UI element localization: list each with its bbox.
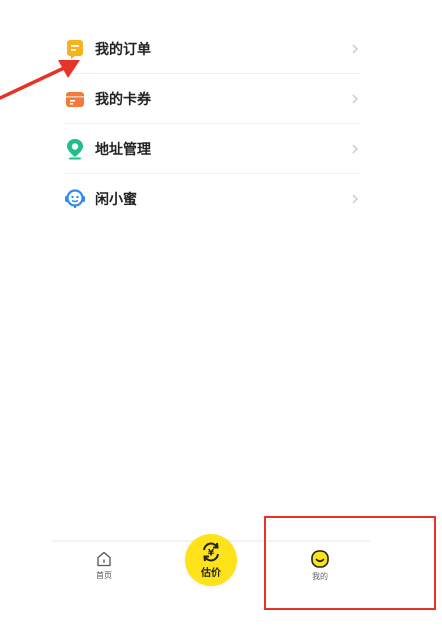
- tab-home-label: 首页: [96, 571, 112, 580]
- chevron-right-icon: [352, 194, 358, 203]
- annotation-highlight-box: [264, 516, 436, 610]
- estimate-label: 估价: [201, 568, 221, 579]
- tab-home[interactable]: 首页: [90, 550, 118, 581]
- menu-item-my-coupons[interactable]: 我的卡券: [64, 74, 360, 124]
- profile-page: 我的订单 我的卡券 地址管理 闲小蜜 首页 ¥ 估价 我的: [0, 0, 442, 638]
- refresh-yuan-icon: ¥: [203, 542, 219, 562]
- chevron-right-icon: [352, 44, 358, 53]
- home-icon: [97, 551, 111, 567]
- menu-item-address-management[interactable]: 地址管理: [64, 124, 360, 174]
- menu-item-xianxiaomi[interactable]: 闲小蜜: [64, 174, 360, 223]
- customer-service-icon: [64, 188, 86, 210]
- yuan-symbol: ¥: [208, 549, 215, 559]
- location-pin-icon: [64, 138, 86, 160]
- menu-item-my-orders[interactable]: 我的订单: [64, 24, 360, 74]
- annotation-arrow: [0, 60, 80, 100]
- menu-item-label: 我的订单: [95, 41, 151, 58]
- menu-item-label: 我的卡券: [95, 91, 151, 108]
- chevron-right-icon: [352, 144, 358, 153]
- menu-item-label: 地址管理: [95, 141, 151, 158]
- menu-list: 我的订单 我的卡券 地址管理 闲小蜜: [64, 24, 360, 223]
- menu-item-label: 闲小蜜: [95, 191, 137, 208]
- estimate-button[interactable]: ¥ 估价: [185, 534, 237, 586]
- chevron-right-icon: [352, 94, 358, 103]
